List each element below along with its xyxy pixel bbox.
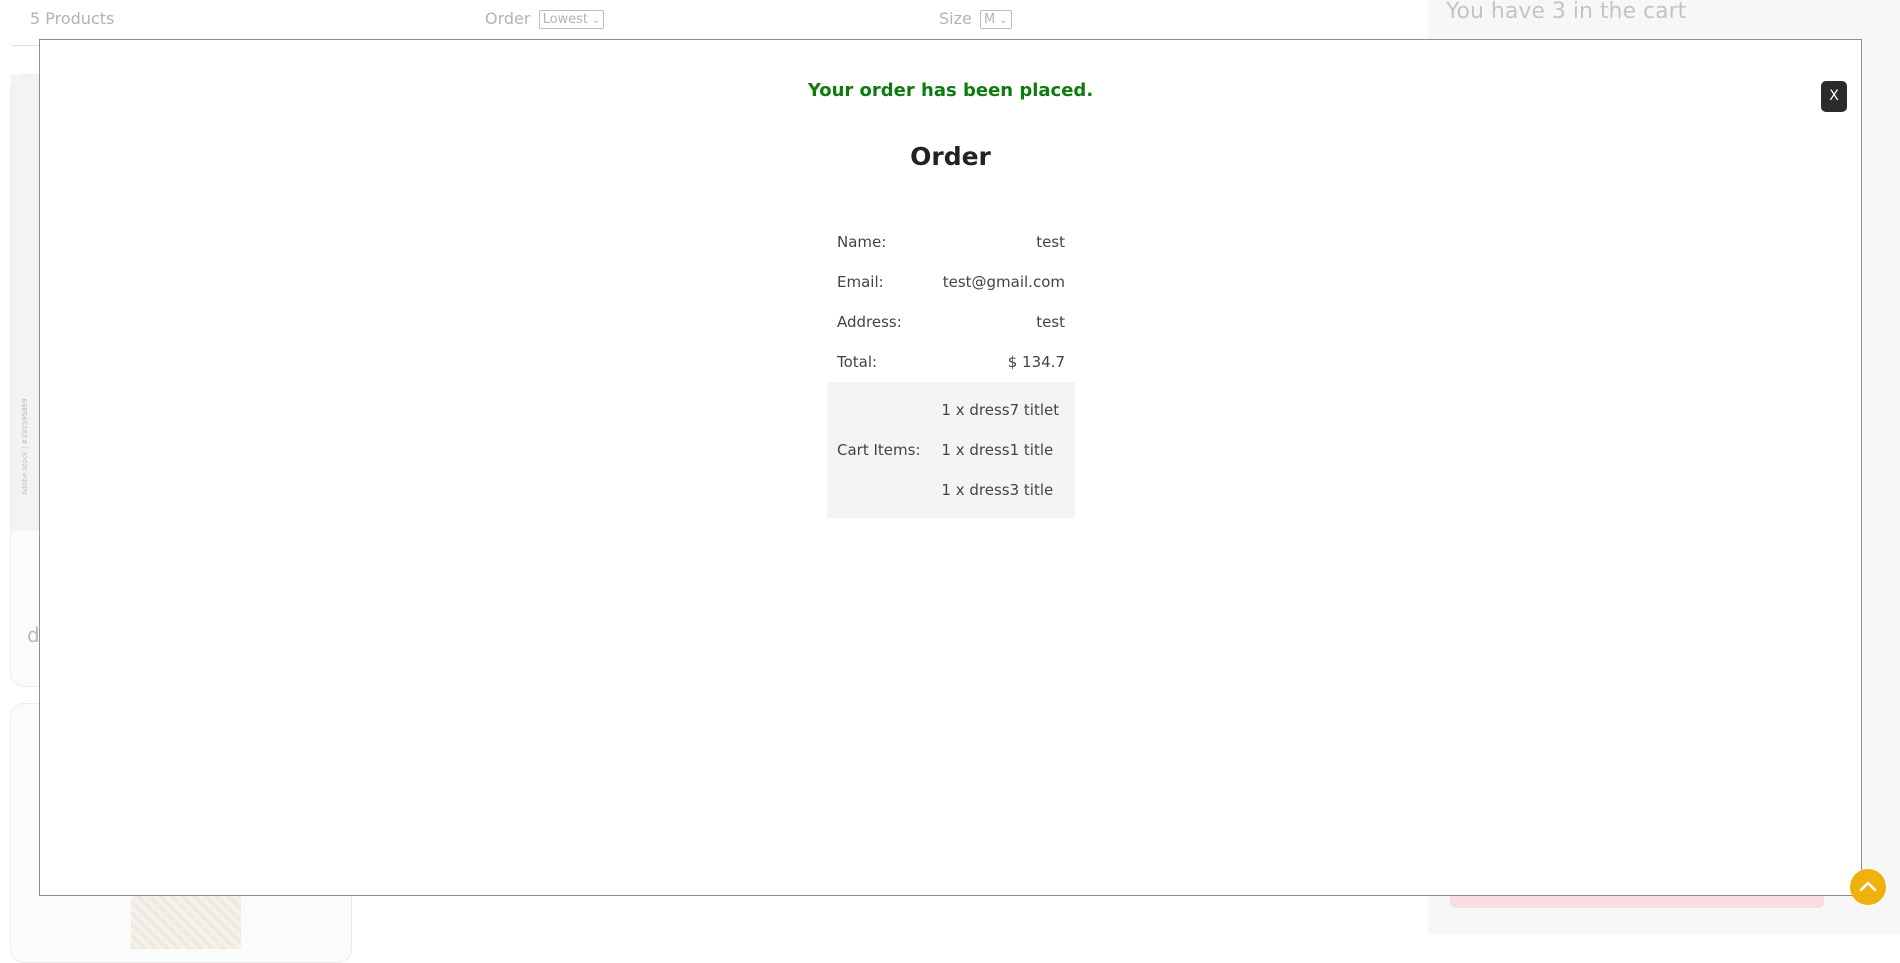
cart-items-list: 1 x dress7 titlet 1 x dress1 title 1 x d…	[941, 382, 1065, 518]
name-value: test	[1036, 233, 1065, 251]
total-label: Total:	[837, 353, 878, 371]
address-label: Address:	[837, 313, 902, 331]
order-filter-label: Order	[485, 9, 531, 28]
cart-item: 1 x dress7 titlet	[941, 401, 1060, 419]
order-details-table: Name: test Email: test@gmail.com Address…	[827, 222, 1075, 518]
detail-row-cart-items: Cart Items: 1 x dress7 titlet 1 x dress1…	[827, 382, 1075, 518]
detail-row-email: Email: test@gmail.com	[827, 262, 1075, 302]
order-filter: Order Lowest ⌄	[485, 9, 605, 29]
detail-row-name: Name: test	[827, 222, 1075, 262]
size-filter-label: Size	[939, 9, 972, 28]
cart-items-label: Cart Items:	[827, 382, 932, 518]
chevron-up-icon	[1859, 881, 1877, 892]
detail-row-total: Total: $ 134.7	[827, 342, 1075, 382]
name-label: Name:	[837, 233, 887, 251]
email-label: Email:	[837, 273, 884, 291]
success-message: Your order has been placed.	[807, 80, 1094, 101]
email-value: test@gmail.com	[942, 273, 1065, 291]
cart-item: 1 x dress1 title	[941, 441, 1054, 459]
detail-row-address: Address: test	[827, 302, 1075, 342]
product-count: 5 Products	[30, 9, 115, 28]
size-select-value: M	[983, 12, 996, 27]
cart-item: 1 x dress3 title	[941, 481, 1054, 499]
image-watermark: Adobe Stock | #292595869	[21, 398, 29, 496]
address-value: test	[1036, 313, 1065, 331]
cart-header: You have 3 in the cart	[1446, 0, 1687, 24]
scroll-top-button[interactable]	[1850, 869, 1886, 905]
size-select[interactable]: M ⌄	[979, 10, 1012, 29]
total-value: $ 134.7	[1007, 353, 1065, 371]
order-select[interactable]: Lowest ⌄	[538, 10, 605, 29]
chevron-down-icon: ⌄	[592, 15, 601, 26]
cart-items-cell: 1 x dress7 titlet 1 x dress1 title 1 x d…	[931, 382, 1075, 518]
product-image	[131, 889, 241, 949]
order-select-value: Lowest	[542, 12, 589, 27]
order-title: Order	[910, 142, 991, 171]
chevron-down-icon: ⌄	[999, 15, 1008, 26]
size-filter: Size M ⌄	[939, 9, 1012, 29]
order-modal: X Your order has been placed. Order Name…	[39, 39, 1862, 896]
product-title: d	[27, 623, 40, 647]
